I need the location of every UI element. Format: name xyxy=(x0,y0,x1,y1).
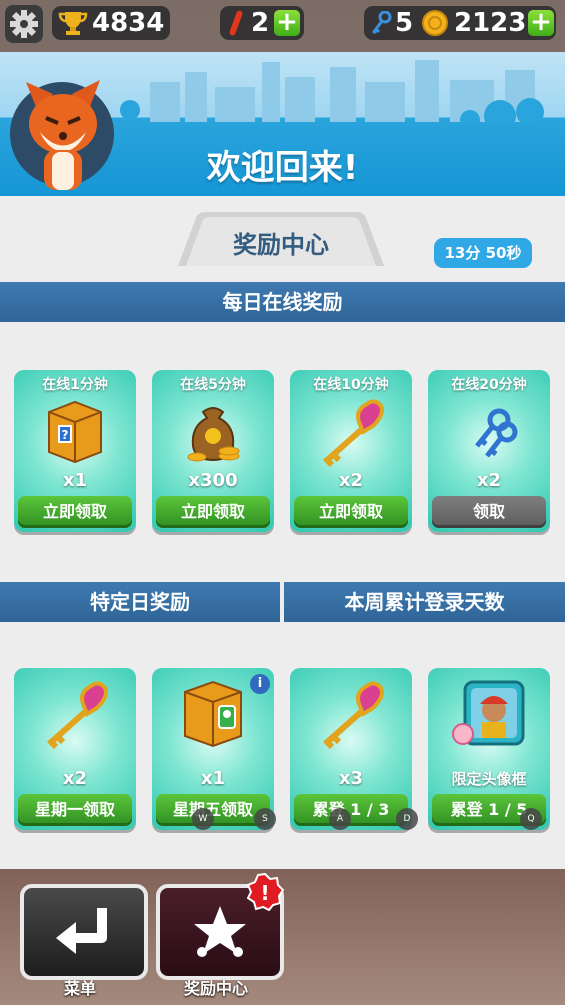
countdown-timer: 13分 50秒 xyxy=(434,238,532,268)
special-day-card: x2 星期一领取 xyxy=(14,668,136,832)
menu-label: 菜单 xyxy=(63,979,96,998)
add-coins-button[interactable]: + xyxy=(528,9,554,36)
special-day-section: 特定日奖励 xyxy=(0,582,280,622)
reward-center-nav-label: 奖励中心 xyxy=(183,979,248,998)
add-board-button[interactable]: + xyxy=(274,9,300,36)
keys-icon xyxy=(475,408,518,458)
reward-center-title: 奖励中心 xyxy=(233,231,329,259)
board-count: 2 xyxy=(251,8,270,38)
svg-text:!: ! xyxy=(260,881,269,905)
key-hint-badge: W xyxy=(192,808,214,830)
card-quantity: x1 xyxy=(200,768,226,789)
key-count: 5 xyxy=(395,8,414,38)
gear-icon[interactable] xyxy=(5,5,43,43)
weekly-login-section: 本周累计登录天数 xyxy=(284,582,565,622)
card-quantity: x3 xyxy=(338,768,364,789)
key-hint-badge: S xyxy=(254,808,276,830)
claim-button[interactable]: 立即领取 xyxy=(18,496,132,528)
character-box-icon xyxy=(184,680,242,748)
welcome-header: 欢迎回来! xyxy=(0,52,565,196)
hoverboard-icon xyxy=(229,10,243,36)
claim-button-disabled[interactable]: 领取 xyxy=(432,496,546,528)
top-bar: 4834 2 + 5 2123 + xyxy=(0,0,565,48)
coin-bag-icon xyxy=(187,407,240,462)
daily-reward-card: 在线10分钟 x2 立即领取 xyxy=(290,370,412,534)
avatar-frame-icon xyxy=(452,680,525,746)
special-day-title: 特定日奖励 xyxy=(90,590,190,614)
weekly-login-card: x3 累登 1 / 3 xyxy=(290,668,412,832)
card-label: 限定头像框 xyxy=(451,770,527,788)
key-icon xyxy=(371,11,392,35)
trophy-counter: 4834 xyxy=(52,6,170,40)
card-quantity: x2 xyxy=(476,470,502,491)
board-counter: 2 + xyxy=(220,6,304,40)
menu-button[interactable] xyxy=(20,884,148,980)
alert-badge-icon: ! xyxy=(246,872,285,912)
card-caption: 在线5分钟 xyxy=(180,377,246,393)
trophy-icon xyxy=(58,12,88,35)
card-quantity: x2 xyxy=(338,470,364,491)
card-quantity: x300 xyxy=(188,470,238,491)
login-progress-button[interactable]: 累登 1 / 3 xyxy=(294,794,408,826)
daily-reward-card: 在线20分钟 x2 领取 xyxy=(428,370,550,534)
welcome-title: 欢迎回来! xyxy=(206,148,359,188)
card-caption: 在线1分钟 xyxy=(42,377,108,393)
key-hint-badge: Q xyxy=(520,808,542,830)
info-icon[interactable]: i xyxy=(250,674,270,694)
return-arrow-icon xyxy=(56,908,107,954)
card-quantity: x1 xyxy=(62,470,88,491)
special-day-card: x1 星期五领取 i xyxy=(152,668,274,832)
heart-key-icon xyxy=(47,681,108,750)
star-rank-icon xyxy=(194,906,246,957)
card-caption: 在线20分钟 xyxy=(451,377,527,393)
coin-icon xyxy=(422,10,448,36)
currency-counter: 5 2123 + xyxy=(364,6,556,40)
daily-online-section: 每日在线奖励 xyxy=(0,282,565,322)
svg-text:?: ? xyxy=(62,428,69,442)
card-caption: 在线10分钟 xyxy=(313,377,389,393)
daily-online-title: 每日在线奖励 xyxy=(222,290,343,314)
claim-button[interactable]: 立即领取 xyxy=(294,496,408,528)
heart-key-icon xyxy=(323,681,384,750)
key-hint-badge: D xyxy=(396,808,418,830)
mystery-box-icon: ? xyxy=(48,400,102,464)
daily-reward-card: 在线1分钟 ? x1 立即领取 xyxy=(14,370,136,534)
claim-button[interactable]: 立即领取 xyxy=(156,496,270,528)
weekly-login-title: 本周累计登录天数 xyxy=(344,590,505,614)
card-quantity: x2 xyxy=(62,768,88,789)
daily-reward-card: 在线5分钟 x300 立即领取 xyxy=(152,370,274,534)
coin-count: 2123 xyxy=(454,8,527,38)
claim-monday-button[interactable]: 星期一领取 xyxy=(18,794,132,826)
trophy-count: 4834 xyxy=(92,8,165,38)
key-hint-badge: A xyxy=(329,808,351,830)
heart-key-icon xyxy=(323,399,384,468)
